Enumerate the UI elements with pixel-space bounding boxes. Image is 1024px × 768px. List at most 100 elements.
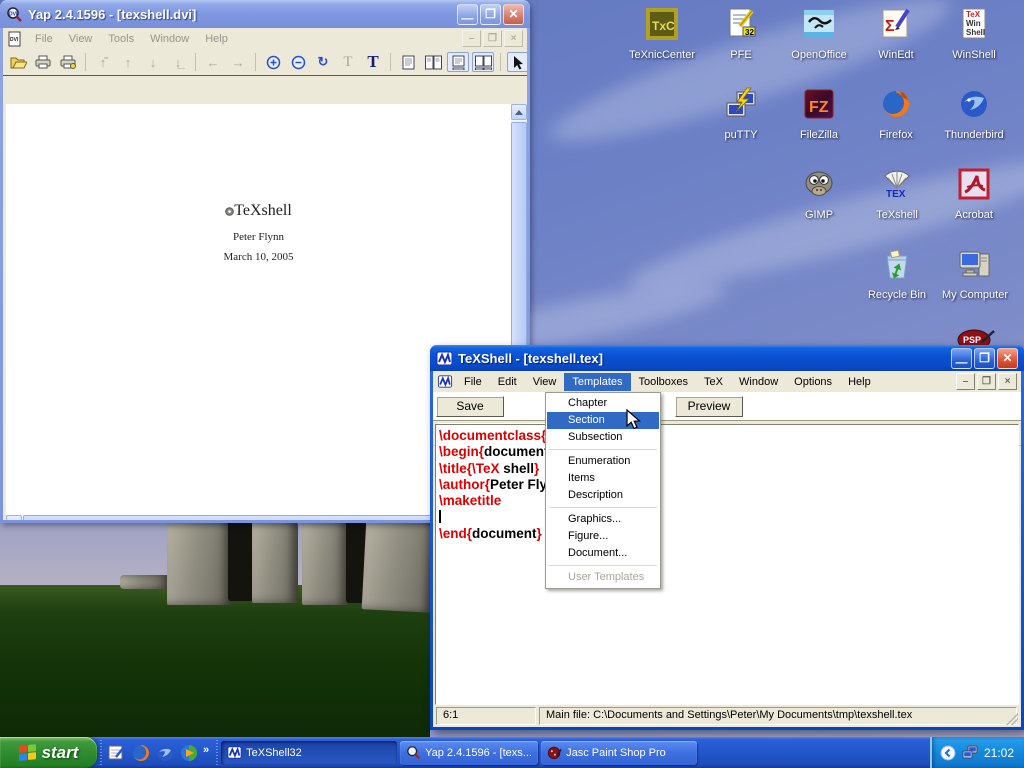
yap-maximize-button[interactable]: ❐ — [480, 4, 501, 25]
previous-page-button[interactable]: ↑ — [117, 52, 139, 72]
icon-label: Acrobat — [932, 209, 1016, 221]
taskbar-button-paintshoppro[interactable]: Jasc Paint Shop Pro — [541, 741, 697, 765]
scroll-up-button[interactable] — [511, 104, 527, 120]
desktop-icon-firefox[interactable]: Firefox — [854, 86, 938, 141]
vertical-scroll-thumb[interactable] — [511, 122, 527, 370]
text-tool-button[interactable]: T — [362, 52, 384, 72]
menu-item-figure[interactable]: Figure... — [547, 528, 659, 545]
yap-titlebar[interactable]: DVI Yap 2.4.1596 - [texshell.dvi] — ❐ ✕ — [0, 0, 530, 28]
icon-label: Recycle Bin — [855, 289, 939, 301]
yap-menu-help[interactable]: Help — [197, 30, 236, 48]
code-line[interactable]: \title{\TeX shell} — [439, 461, 1018, 477]
taskbar-button-yap[interactable]: Yap 2.4.1596 - [texs... — [400, 741, 538, 765]
texshell-window: TeXShell - [texshell.tex] — ❐ ✕ File Edi… — [430, 345, 1024, 730]
continuous-double-view-button[interactable] — [472, 52, 494, 72]
mdi-minimize-button[interactable]: – — [956, 373, 975, 390]
clock[interactable]: 21:02 — [984, 746, 1014, 760]
yap-menu-file[interactable]: File — [27, 30, 61, 48]
menu-item-graphics[interactable]: Graphics... — [547, 511, 659, 528]
menu-item-description[interactable]: Description — [547, 487, 659, 504]
menu-item-items[interactable]: Items — [547, 470, 659, 487]
double-page-view-button[interactable] — [422, 52, 444, 72]
desktop-icon-filezilla[interactable]: FZ FileZilla — [777, 86, 861, 141]
last-page-button[interactable]: ↓̲ — [167, 52, 189, 72]
texshell-titlebar[interactable]: TeXShell - [texshell.tex] — ❐ ✕ — [430, 345, 1024, 371]
menu-view[interactable]: View — [525, 373, 565, 391]
menu-item-enumeration[interactable]: Enumeration — [547, 453, 659, 470]
hide-icons-chevron[interactable] — [940, 745, 956, 761]
yap-menu-window[interactable]: Window — [142, 30, 197, 48]
zoom-in-button[interactable] — [262, 52, 284, 72]
taskbar-button-texshell32[interactable]: TeXShell32 — [221, 741, 397, 765]
menu-help[interactable]: Help — [840, 373, 879, 391]
editor-area[interactable]: \documentclass{a\begin{document}\title{\… — [435, 424, 1019, 705]
yap-menu-tools[interactable]: Tools — [100, 30, 142, 48]
menu-tex[interactable]: TeX — [696, 373, 731, 391]
menu-item-subsection[interactable]: Subsection — [547, 429, 659, 446]
single-page-view-button[interactable] — [397, 52, 419, 72]
yap-mdi-restore[interactable]: ❐ — [483, 30, 502, 47]
desktop-icon-texniccenter[interactable]: TxC TeXnicCenter — [620, 6, 704, 61]
next-page-button[interactable]: ↓ — [142, 52, 164, 72]
yap-close-button[interactable]: ✕ — [503, 4, 524, 25]
mdi-close-button[interactable]: × — [998, 373, 1017, 390]
zoom-out-button[interactable] — [287, 52, 309, 72]
resize-grip[interactable] — [1006, 713, 1018, 725]
yap-menu-view[interactable]: View — [61, 30, 101, 48]
desktop-icon-thunderbird[interactable]: Thunderbird — [932, 86, 1016, 141]
menu-file[interactable]: File — [456, 373, 490, 391]
forward-button[interactable]: → — [227, 52, 249, 72]
yap-mdi-close[interactable]: × — [504, 30, 523, 47]
desktop-icon-winshell[interactable]: TeX Win Shell WinShell — [932, 6, 1016, 61]
desktop-icon-gimp[interactable]: GIMP — [777, 166, 861, 221]
save-button[interactable]: Save — [436, 396, 504, 417]
preview-button[interactable]: Preview — [675, 396, 743, 417]
texshell-maximize-button[interactable]: ❐ — [974, 348, 995, 369]
desktop-icon-pfe[interactable]: 32 PFE — [699, 6, 783, 61]
texshell-minimize-button[interactable]: — — [951, 348, 972, 369]
desktop-icon-putty[interactable]: puTTY — [699, 86, 783, 141]
show-desktop-icon[interactable] — [107, 743, 127, 763]
network-status-icon[interactable] — [962, 745, 978, 761]
code-line[interactable]: \begin{document} — [439, 444, 1018, 460]
back-button[interactable]: ← — [202, 52, 224, 72]
desktop-icon-winedt[interactable]: Σ WinEdt — [854, 6, 938, 61]
menu-window[interactable]: Window — [731, 373, 786, 391]
code-line[interactable]: \maketitle — [439, 493, 1018, 509]
horizontal-scroll-thumb[interactable] — [23, 515, 463, 520]
code-line[interactable]: \documentclass{a — [439, 428, 1018, 444]
desktop-icon-texshell[interactable]: TEX TeXshell — [855, 166, 939, 221]
print-setup-button[interactable] — [57, 52, 79, 72]
taskbar: start » TeXShell32 Yap — [0, 737, 1024, 768]
quicklaunch-overflow-chevron[interactable]: » — [203, 744, 209, 756]
psp-icon-partial[interactable]: PSP — [956, 328, 996, 345]
start-button[interactable]: start — [0, 737, 97, 768]
desktop-icon-acrobat[interactable]: Acrobat — [932, 166, 1016, 221]
menu-toolboxes[interactable]: Toolboxes — [631, 373, 697, 391]
refresh-button[interactable]: ↻ — [312, 52, 334, 72]
ruler-tool-button[interactable]: T — [337, 52, 359, 72]
code-line[interactable]: \author{Peter Fly — [439, 477, 1018, 493]
menu-options[interactable]: Options — [786, 373, 840, 391]
menu-item-document[interactable]: Document... — [547, 545, 659, 562]
menu-edit[interactable]: Edit — [490, 373, 525, 391]
print-button[interactable] — [32, 52, 54, 72]
code-line[interactable]: \end{document} — [439, 526, 1018, 542]
open-file-button[interactable] — [7, 52, 29, 72]
yap-minimize-button[interactable]: — — [457, 4, 478, 25]
first-page-button[interactable]: ↑̄ — [92, 52, 114, 72]
desktop-icon-recycle-bin[interactable]: Recycle Bin — [855, 246, 939, 301]
continuous-view-button[interactable] — [447, 52, 469, 72]
menu-templates[interactable]: Templates — [564, 373, 630, 391]
thunderbird-quicklaunch-icon[interactable] — [155, 743, 175, 763]
media-player-quicklaunch-icon[interactable] — [179, 743, 199, 763]
yap-mdi-minimize[interactable]: – — [462, 30, 481, 47]
scroll-left-button[interactable] — [6, 515, 22, 520]
texshell-close-button[interactable]: ✕ — [997, 348, 1018, 369]
code-line[interactable] — [439, 509, 1018, 525]
mdi-restore-button[interactable]: ❐ — [977, 373, 996, 390]
firefox-quicklaunch-icon[interactable] — [131, 743, 151, 763]
desktop-icon-openoffice[interactable]: OpenOffice — [777, 6, 861, 61]
desktop-icon-my-computer[interactable]: My Computer — [933, 246, 1017, 301]
select-tool-button[interactable] — [507, 52, 527, 72]
